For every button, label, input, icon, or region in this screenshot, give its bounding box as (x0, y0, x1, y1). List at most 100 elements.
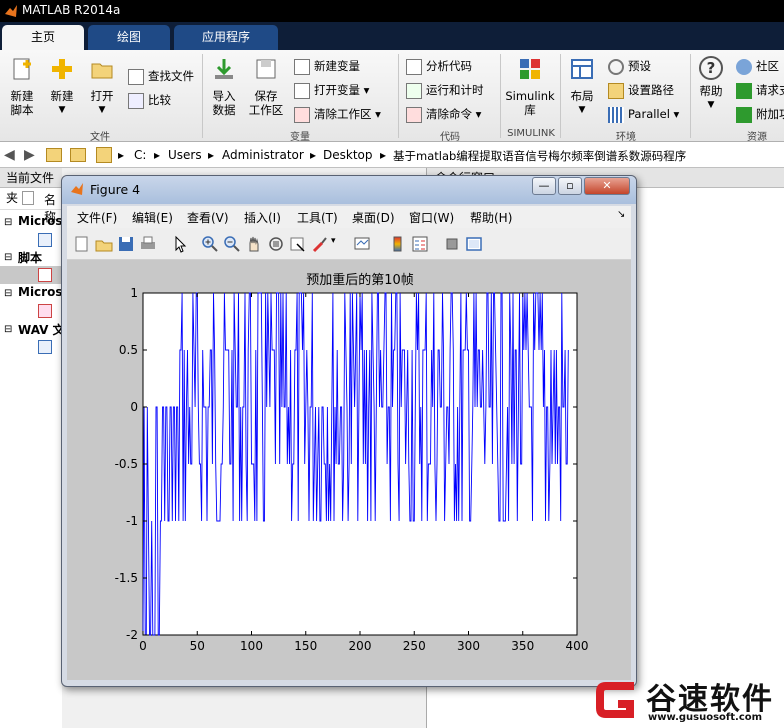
forward-arrow-icon[interactable]: ▶ (24, 147, 35, 163)
breadcrumb-drive[interactable]: C: (134, 148, 146, 162)
word-doc-icon[interactable] (38, 233, 52, 247)
collapse-icon[interactable]: ⊟ (4, 217, 12, 228)
rotate-3d-icon[interactable] (267, 235, 285, 253)
breadcrumb-desktop[interactable]: Desktop (323, 148, 373, 162)
save-icon[interactable] (117, 235, 135, 253)
matlab-logo-icon (5, 5, 17, 17)
collapse-icon[interactable]: ⊟ (4, 252, 12, 263)
x-tick-label: 150 (294, 639, 317, 653)
new-figure-icon[interactable] (73, 235, 91, 253)
menu-window[interactable]: 窗口(W) (409, 209, 454, 226)
clear-workspace-button[interactable]: 清除工作区 ▾ (294, 104, 381, 124)
chart-svg[interactable]: 预加重后的第10帧 0 50 100 150 200 250 300 350 400 1 0.5 0 -0… (67, 260, 631, 680)
breadcrumb-project-folder[interactable]: 基于matlab编程提取语音信号梅尔频率倒谱系数源码程序 (393, 148, 686, 164)
tab-apps[interactable]: 应用程序 (174, 25, 278, 50)
set-path-button[interactable]: 设置路径 (608, 80, 674, 100)
link-plot-icon[interactable] (353, 235, 371, 253)
divider (500, 54, 501, 138)
browse-folder-icon[interactable] (70, 148, 86, 162)
file-list-header: 名称 (0, 188, 62, 224)
brush-dropdown-icon[interactable]: ▾ (331, 236, 336, 246)
save-workspace-button[interactable]: 保存 工作区 (246, 56, 286, 117)
menu-desktop[interactable]: 桌面(D) (352, 209, 395, 226)
data-cursor-icon[interactable] (289, 235, 307, 253)
community-icon (736, 58, 752, 75)
open-variable-button[interactable]: 打开变量 ▾ (294, 80, 369, 100)
import-data-button[interactable]: 导入 数据 (206, 56, 242, 117)
show-plot-tools-icon[interactable] (465, 235, 483, 253)
collapse-icon[interactable]: ⊟ (4, 324, 12, 335)
file-group-header[interactable]: WAV 文 (18, 321, 65, 338)
preferences-button[interactable]: 预设 (608, 56, 651, 76)
find-files-button[interactable]: 查找文件 (128, 66, 194, 86)
minimize-button[interactable]: — (532, 177, 556, 195)
zoom-in-icon[interactable] (201, 235, 219, 253)
maximize-button[interactable]: ▫ (558, 177, 582, 195)
new-variable-button[interactable]: 新建变量 (294, 56, 360, 76)
zoom-out-icon[interactable] (223, 235, 241, 253)
divider (560, 54, 561, 138)
back-arrow-icon[interactable]: ◀ (4, 147, 15, 163)
new-button[interactable]: 新建 ▼ (44, 56, 80, 117)
open-button[interactable]: 打开 ▼ (84, 56, 120, 117)
file-group-header[interactable]: 脚本 (18, 249, 42, 266)
help-label: 帮助 (699, 84, 723, 98)
menu-help[interactable]: 帮助(H) (470, 209, 512, 226)
wav-file-icon[interactable] (38, 340, 52, 354)
up-folder-icon[interactable] (46, 148, 62, 162)
find-files-label: 查找文件 (148, 69, 194, 83)
x-tick-label: 250 (403, 639, 426, 653)
chart-title: 预加重后的第10帧 (306, 272, 414, 288)
request-support-button[interactable]: 请求支 (736, 80, 784, 100)
print-icon[interactable] (139, 235, 157, 253)
list-item-selected[interactable] (0, 266, 62, 284)
analyze-code-button[interactable]: 分析代码 (406, 56, 472, 76)
new-script-button[interactable]: 新建 脚本 (4, 56, 40, 117)
breadcrumb-administrator[interactable]: Administrator (222, 148, 304, 162)
ppt-doc-icon[interactable] (38, 304, 52, 318)
request-support-label: 请求支 (756, 83, 784, 97)
run-and-time-button[interactable]: 运行和计时 (406, 80, 484, 100)
addons-button[interactable]: 附加功 (736, 104, 784, 124)
menu-edit[interactable]: 编辑(E) (132, 209, 173, 226)
menu-view[interactable]: 查看(V) (187, 209, 229, 226)
help-button[interactable]: ? 帮助 ▼ (694, 56, 728, 112)
menu-file[interactable]: 文件(F) (77, 209, 117, 226)
plot-area: 预加重后的第10帧 0 50 100 150 200 250 300 350 400 1 0.5 0 -0… (67, 260, 631, 680)
group-label-simulink: SIMULINK (507, 128, 555, 139)
colorbar-icon[interactable] (389, 235, 407, 253)
parallel-button[interactable]: Parallel ▾ (608, 104, 679, 124)
compare-button[interactable]: 比较 (128, 90, 171, 110)
ribbon: 新建 脚本 新建 ▼ 打开 ▼ 查找文件 比较 文件 导入 数据 保存 工作区 … (0, 50, 784, 143)
open-file-icon[interactable] (95, 235, 113, 253)
y-tick-label: -2 (126, 628, 138, 642)
group-label-resources: 资源 (747, 132, 767, 143)
dock-arrow-icon[interactable]: ↘ (617, 209, 625, 220)
y-tick-label: 0 (130, 400, 138, 414)
layout-icon (571, 59, 593, 79)
tab-plots[interactable]: 绘图 (88, 25, 170, 50)
divider (690, 54, 691, 138)
tab-home[interactable]: 主页 (2, 25, 84, 50)
gear-icon (608, 58, 624, 75)
menu-tools[interactable]: 工具(T) (297, 209, 338, 226)
community-button[interactable]: 社区 (736, 56, 779, 76)
figure-toolbar: ▾ (67, 228, 631, 260)
close-button[interactable]: ✕ (584, 177, 630, 195)
x-tick-label: 300 (457, 639, 480, 653)
clear-commands-button[interactable]: 清除命令 ▾ (406, 104, 481, 124)
compare-label: 比较 (148, 93, 171, 107)
figure-title-bar[interactable]: Figure 4 — ▫ ✕ (62, 176, 636, 204)
hide-plot-tools-icon[interactable] (443, 235, 461, 253)
layout-button[interactable]: 布局 ▼ (564, 56, 600, 117)
pan-hand-icon[interactable] (245, 235, 263, 253)
simulink-library-button[interactable]: Simulink 库 (504, 56, 556, 117)
y-tick-label: -1 (126, 514, 138, 528)
pointer-icon[interactable] (171, 235, 189, 253)
collapse-icon[interactable]: ⊟ (4, 288, 12, 299)
community-label: 社区 (756, 59, 779, 73)
brush-icon[interactable] (311, 235, 329, 253)
breadcrumb-users[interactable]: Users (168, 148, 202, 162)
legend-icon[interactable] (411, 235, 429, 253)
menu-insert[interactable]: 插入(I) (244, 209, 281, 226)
